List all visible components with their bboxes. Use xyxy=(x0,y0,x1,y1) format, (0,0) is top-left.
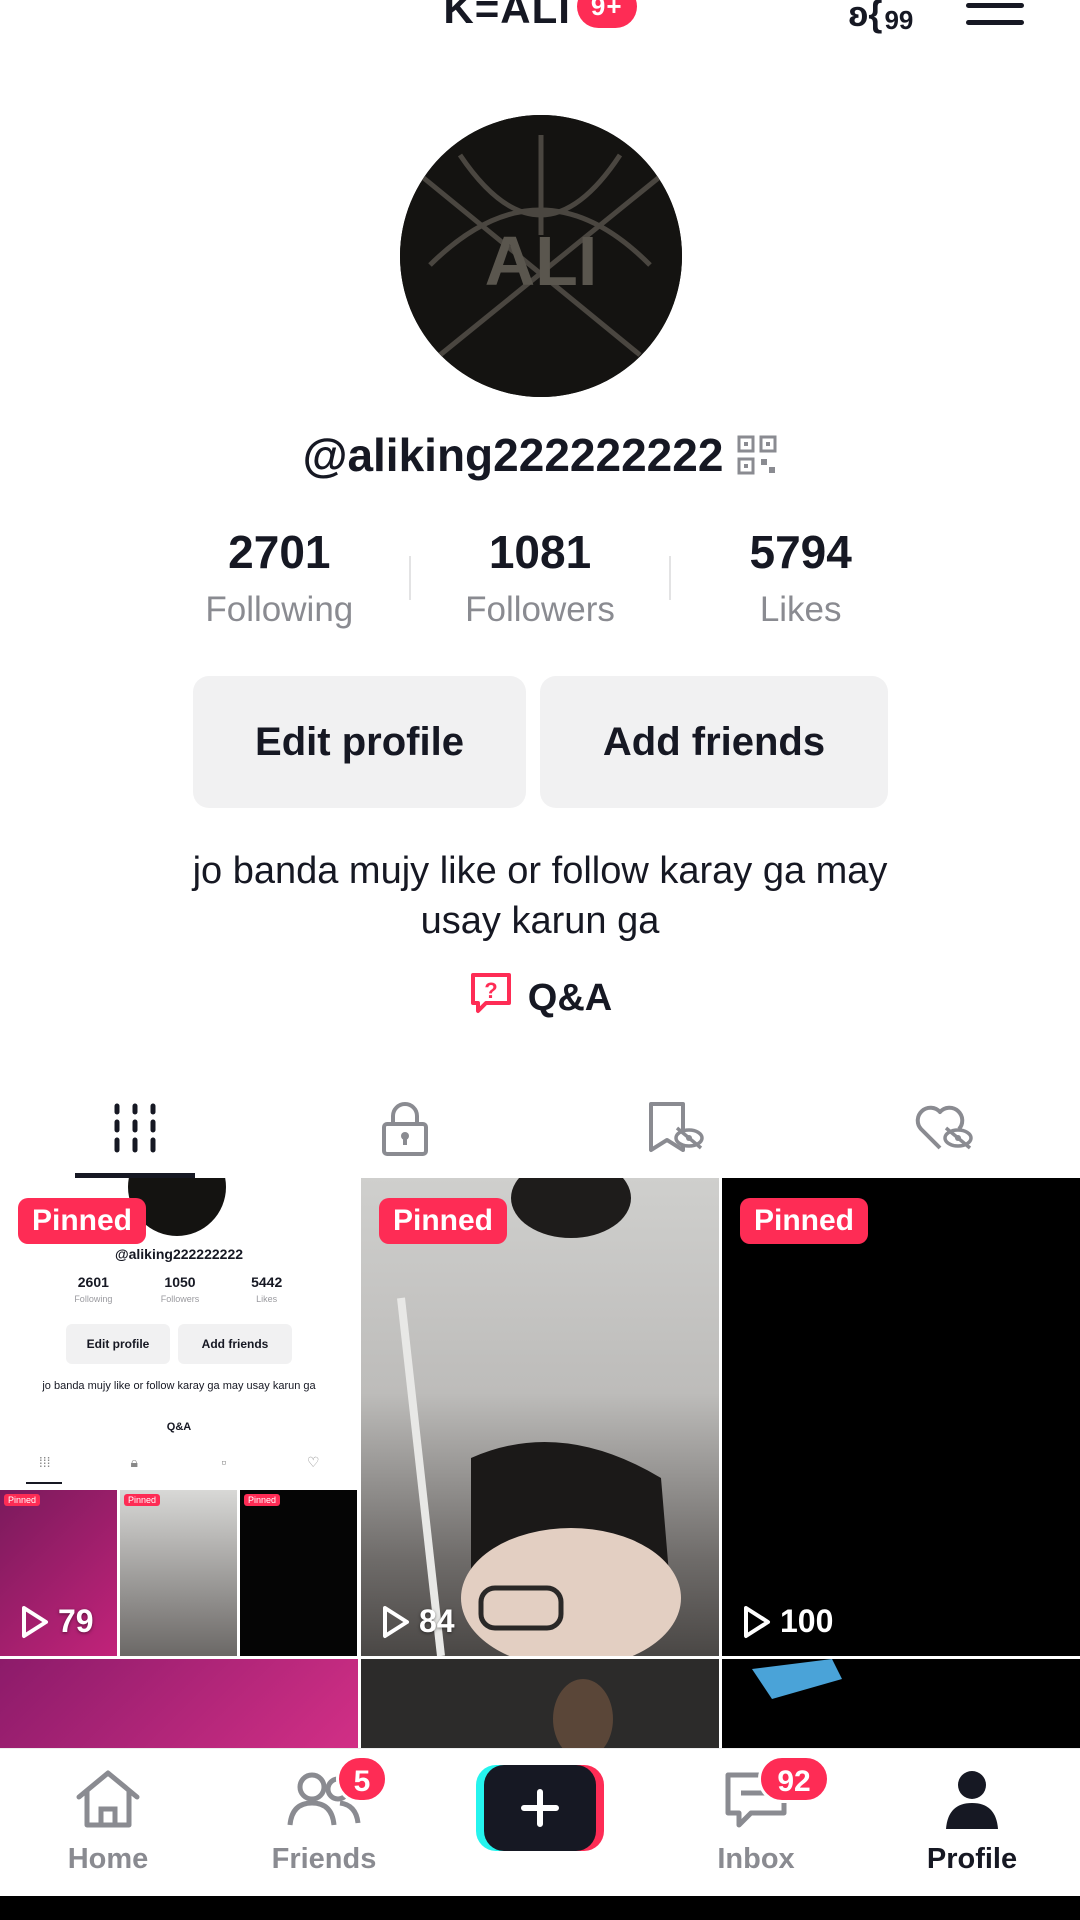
profile-tabs xyxy=(0,1080,1080,1180)
video-thumbnail[interactable]: @aliking222222222 2601 Following 1050 Foll… xyxy=(0,1178,358,1656)
bio: jo banda mujy like or follow karay ga ma… xyxy=(0,846,1080,946)
saved-hidden-icon xyxy=(645,1100,705,1161)
mini-profile-preview: @aliking222222222 2601 Following 1050 Foll… xyxy=(0,1178,358,1656)
qa-icon: ? xyxy=(468,970,514,1026)
tab-liked[interactable] xyxy=(810,1080,1080,1180)
inbox-badge: 92 xyxy=(758,1755,830,1803)
mini-add-button: Add friends xyxy=(178,1324,292,1364)
nav-home-label: Home xyxy=(67,1843,149,1875)
username: @aliking222222222 xyxy=(0,428,1080,486)
lock-icon xyxy=(380,1100,430,1161)
pinned-badge: Pinned xyxy=(18,1198,147,1244)
avatar[interactable]: ALI xyxy=(400,115,682,397)
account-name[interactable]: K=ALI xyxy=(443,0,571,33)
avatar-text: ALI xyxy=(485,222,598,300)
profile-icon xyxy=(942,1769,1002,1836)
nav-profile-label: Profile xyxy=(926,1843,1018,1875)
bottom-navigation: Home Friends 5 Inbox 92 Profile xyxy=(0,1748,1080,1896)
video-thumbnail[interactable] xyxy=(0,1659,358,1748)
mini-stats: 2601 Following 1050 Followers 5442 Likes xyxy=(74,1274,283,1304)
followers-count: 1081 xyxy=(488,526,592,578)
mini-tile: Pinned xyxy=(120,1490,237,1656)
plus-icon xyxy=(521,1789,559,1827)
video-preview-image xyxy=(397,1178,681,1656)
header-title[interactable]: K=ALI 9+ xyxy=(0,0,1080,33)
nav-profile[interactable]: Profile xyxy=(892,1749,1052,1897)
play-icon xyxy=(383,1605,409,1638)
view-count: 79 xyxy=(20,1603,94,1640)
grid-icon xyxy=(111,1102,159,1159)
likes-count: 5794 xyxy=(749,526,852,578)
stat-followers[interactable]: 1081 Followers xyxy=(411,522,670,632)
stat-likes[interactable]: 5794 Likes xyxy=(671,522,930,632)
bio-line-1: jo banda mujy like or follow karay ga ma… xyxy=(192,850,888,892)
creator-count: 99 xyxy=(884,4,914,35)
video-thumbnail[interactable] xyxy=(722,1659,1080,1748)
video-thumbnail[interactable] xyxy=(361,1659,719,1748)
menu-icon[interactable] xyxy=(966,0,1024,42)
mini-edit-button: Edit profile xyxy=(66,1324,170,1364)
mini-bio: jo banda mujy like or follow karay ga ma… xyxy=(42,1380,316,1392)
system-navigation-bar xyxy=(0,1896,1080,1920)
top-header: K=ALI 9+ ʚ{99 xyxy=(0,0,1080,50)
tab-private[interactable] xyxy=(270,1080,540,1180)
mini-tile: Pinned xyxy=(240,1490,357,1656)
create-button[interactable] xyxy=(476,1765,604,1851)
add-friends-button[interactable]: Add friends xyxy=(540,676,888,808)
following-label: Following xyxy=(205,590,354,629)
view-count: 100 xyxy=(742,1603,833,1640)
nav-inbox-label: Inbox xyxy=(717,1843,795,1875)
video-thumbnail[interactable]: Pinned 84 xyxy=(361,1178,719,1656)
pinned-badge: Pinned xyxy=(379,1198,508,1244)
tab-videos[interactable] xyxy=(0,1080,270,1180)
tab-saved[interactable] xyxy=(540,1080,810,1180)
qa-label: Q&A xyxy=(527,976,613,1019)
edit-profile-button[interactable]: Edit profile xyxy=(193,676,526,808)
pinned-badge: Pinned xyxy=(740,1198,869,1244)
footprint-icon: ʚ{ xyxy=(848,0,883,34)
profile-stats: 2701 Following 1081 Followers 5794 Likes xyxy=(150,522,930,632)
stat-following[interactable]: 2701 Following xyxy=(150,522,409,632)
followers-label: Followers xyxy=(465,590,615,629)
qr-code-icon[interactable] xyxy=(737,432,777,486)
friends-badge: 5 xyxy=(336,1755,388,1803)
creator-tools-icon[interactable]: ʚ{99 xyxy=(848,0,913,42)
username-text: @aliking222222222 xyxy=(302,429,724,481)
video-thumbnail[interactable]: Pinned 100 xyxy=(722,1178,1080,1656)
mini-tabs: ⁞⁞⁞ 🔒︎ ▫ ♡ xyxy=(38,1454,320,1470)
nav-friends-label: Friends xyxy=(271,1843,377,1875)
home-icon xyxy=(73,1769,143,1834)
play-icon xyxy=(744,1605,770,1638)
qa-link[interactable]: ? Q&A xyxy=(0,970,1080,1026)
nav-home[interactable]: Home xyxy=(28,1749,188,1897)
likes-label: Likes xyxy=(759,590,842,629)
mini-qa: Q&A xyxy=(166,1421,192,1433)
play-icon xyxy=(22,1605,48,1638)
view-count: 84 xyxy=(381,1603,455,1640)
video-grid: @aliking222222222 2601 Following 1050 Foll… xyxy=(0,1178,1080,1748)
bio-line-2: usay karun ga xyxy=(420,900,660,942)
mini-tab-indicator xyxy=(26,1482,62,1484)
following-count: 2701 xyxy=(228,526,331,578)
mini-username: @aliking222222222 xyxy=(114,1246,244,1262)
account-switch-badge: 9+ xyxy=(576,0,637,29)
svg-text:?: ? xyxy=(484,978,497,1003)
liked-hidden-icon xyxy=(914,1100,976,1161)
